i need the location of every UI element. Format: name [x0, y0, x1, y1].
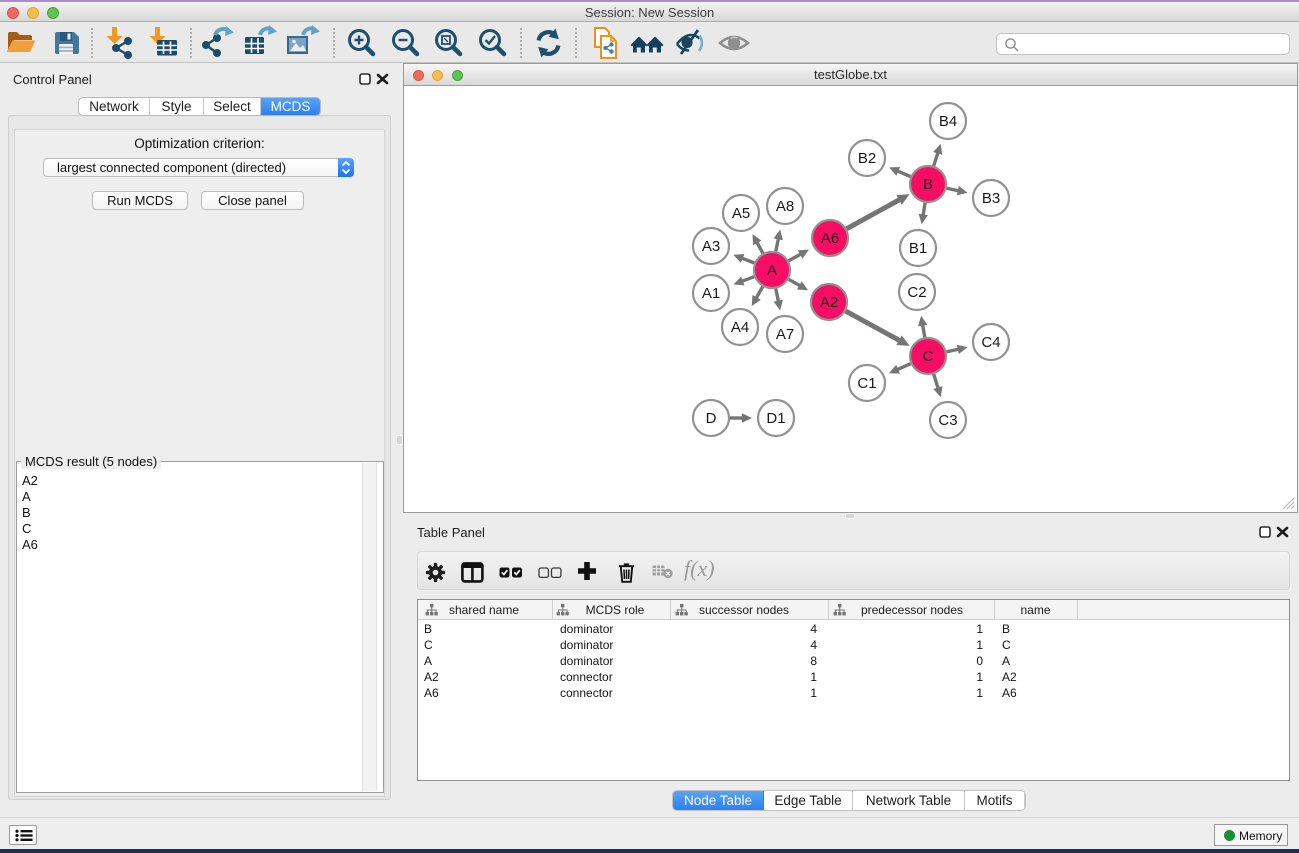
svg-text:D: D [706, 410, 717, 427]
svg-text:A8: A8 [776, 198, 794, 215]
svg-text:A7: A7 [776, 326, 794, 343]
svg-text:A4: A4 [731, 319, 749, 336]
svg-text:A3: A3 [702, 238, 720, 255]
svg-text:C3: C3 [938, 412, 957, 429]
svg-text:B: B [923, 176, 933, 193]
svg-text:A1: A1 [702, 285, 720, 302]
svg-text:C4: C4 [981, 334, 1000, 351]
svg-text:A2: A2 [820, 294, 838, 311]
svg-text:D1: D1 [766, 410, 785, 427]
svg-text:A5: A5 [732, 205, 750, 222]
svg-text:A: A [767, 262, 777, 279]
svg-text:B1: B1 [909, 240, 927, 257]
svg-text:C: C [923, 348, 934, 365]
svg-text:C1: C1 [857, 375, 876, 392]
svg-text:B3: B3 [982, 190, 1000, 207]
svg-text:C2: C2 [907, 284, 926, 301]
svg-text:B4: B4 [939, 113, 957, 130]
svg-text:A6: A6 [821, 230, 839, 247]
svg-text:B2: B2 [858, 150, 876, 167]
